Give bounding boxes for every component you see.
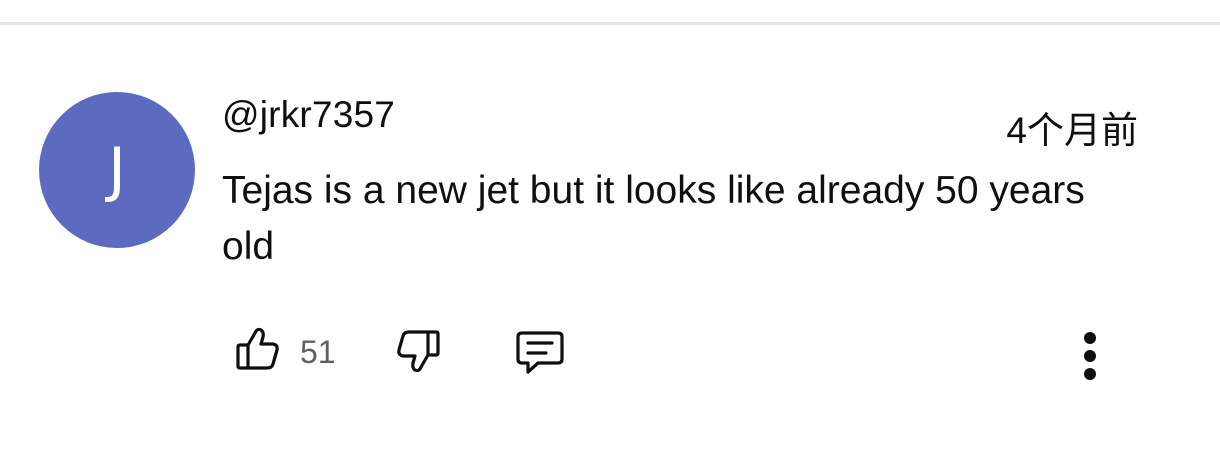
comment-text: Tejas is a new jet but it looks like alr… [222, 169, 1085, 268]
like-button[interactable] [232, 322, 284, 374]
more-vertical-icon [1084, 332, 1096, 380]
dislike-button[interactable] [392, 326, 444, 378]
reply-button[interactable] [512, 326, 568, 378]
avatar-letter: J [108, 135, 126, 205]
thumbs-up-icon [236, 327, 279, 370]
comment: J @jrkr7357 4个月前 Tejas is a new jet but … [0, 0, 1220, 450]
reply-comment-icon [516, 331, 564, 374]
comment-time: 4个月前 [1006, 110, 1138, 151]
thumbs-down-icon [397, 330, 440, 373]
comment-author[interactable]: @jrkr7357 [222, 94, 395, 136]
like-count: 51 [300, 334, 336, 370]
more-options-button[interactable] [1064, 324, 1116, 388]
avatar[interactable]: J [39, 92, 195, 248]
comment-actions: 51 [0, 320, 1220, 390]
